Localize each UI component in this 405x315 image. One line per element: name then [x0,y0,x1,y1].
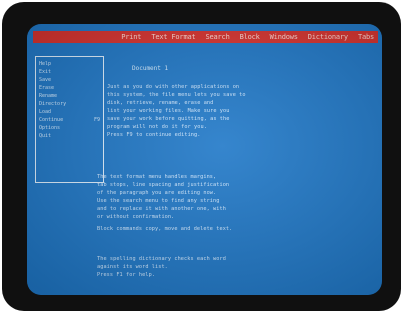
file-menu-item-erase[interactable]: Erase [39,84,100,92]
file-menu-item-directory[interactable]: Directory [39,100,100,108]
text-line: Just as you do with other applications o… [107,84,240,90]
text-line: this system, the file menu lets you save… [107,92,246,98]
screen: Print Text Format Search Block Windows D… [27,24,382,295]
menu-search[interactable]: Search [206,33,230,41]
file-menu-item-label: Quit [39,133,52,139]
file-menu-item-quit[interactable]: Quit [39,132,100,140]
text-line: The text format menu handles margins, [97,174,217,180]
file-menu-item-help[interactable]: Help [39,60,100,68]
text-line: list your working files. Make sure you [107,108,230,114]
menu-windows[interactable]: Windows [270,33,298,41]
monitor-bezel: Print Text Format Search Block Windows D… [2,2,401,311]
file-menu-item-exit[interactable]: Exit [39,68,100,76]
menu-bar: Print Text Format Search Block Windows D… [33,31,378,43]
text-line: Press F9 to continue editing. [107,132,201,138]
file-menu-item-label: Save [39,77,52,83]
menu-print[interactable]: Print [121,33,141,41]
file-menu-item-label: Continue [39,117,64,123]
text-line: tab stops, line spacing and justificatio… [97,182,230,188]
file-menu-item-label: Rename [39,93,58,99]
text-line: or without confirmation. [97,214,175,220]
file-menu-item-key: F9 [93,117,100,123]
file-menu-item-label: Directory [39,101,67,107]
file-menu-item-label: Load [39,109,52,115]
text-line: Block commands copy, move and delete tex… [97,226,233,232]
text-line: save your work before quitting, as the [107,116,230,122]
text-line: program will not do it for you. [107,124,207,130]
text-line: Use the search menu to find any string [97,198,220,204]
file-menu-dropdown: Help Exit Save Erase Rename Directory Lo… [35,56,104,183]
menu-tabs[interactable]: Tabs [358,33,374,41]
text-line: of the paragraph you are editing now. [97,190,217,196]
file-menu-item-label: Options [39,125,61,131]
file-menu-item-options[interactable]: Options [39,124,100,132]
text-line: The spelling dictionary checks each word [97,256,226,262]
menu-block[interactable]: Block [240,33,260,41]
file-menu-item-label: Help [39,61,52,67]
text-line: disk, retrieve, rename, erase and [107,100,214,106]
menu-text-format[interactable]: Text Format [151,33,195,41]
file-menu-item-label: Erase [39,85,55,91]
menu-dictionary[interactable]: Dictionary [308,33,348,41]
file-menu-item-rename[interactable]: Rename [39,92,100,100]
text-line: Press F1 for help. [97,272,156,278]
document-title: Document 1 [132,65,169,72]
file-menu-item-continue[interactable]: Continue F9 [39,116,100,124]
file-menu-item-save[interactable]: Save [39,76,100,84]
text-line: against its word list. [97,264,168,270]
file-menu-item-label: Exit [39,69,52,75]
text-line: and to replace it with another one, with [97,206,226,212]
file-menu-item-load[interactable]: Load [39,108,100,116]
